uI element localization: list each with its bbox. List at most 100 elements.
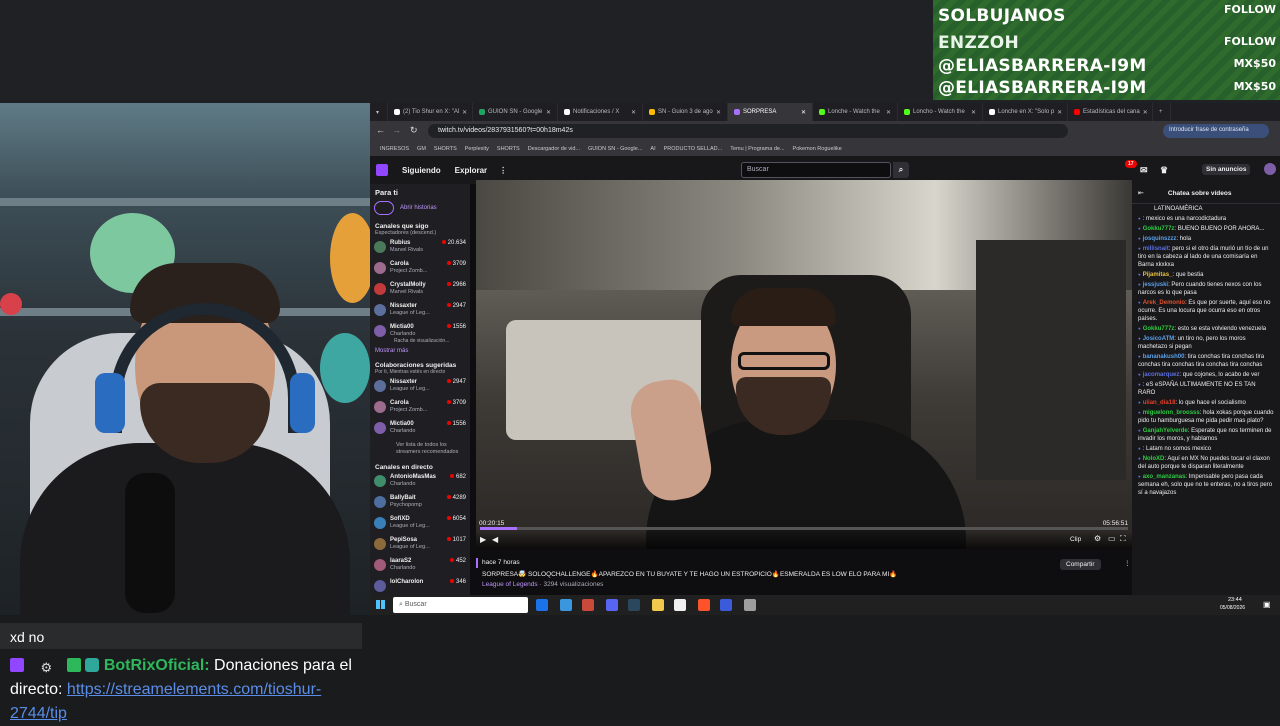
bookmark-item[interactable]: Perplexity <box>465 146 489 152</box>
password-prompt-button[interactable]: Introducir frase de contraseña <box>1163 124 1269 138</box>
stories-row[interactable]: Abrir historias <box>370 199 470 217</box>
bookmark-item[interactable]: Pokemon Roguelike <box>793 146 842 152</box>
sidebar-channel[interactable]: Carola Project Zomb... 3709 <box>370 399 470 420</box>
back-icon[interactable]: ← <box>376 125 385 135</box>
chat-username[interactable]: miguelonn_broosss <box>1143 410 1200 416</box>
close-tab-icon[interactable]: ✕ <box>801 109 806 116</box>
share-button[interactable]: Compartir <box>1060 559 1101 570</box>
close-tab-icon[interactable]: ✕ <box>631 109 636 116</box>
brave-icon[interactable] <box>698 599 710 611</box>
avatar[interactable] <box>1264 163 1276 175</box>
sidebar-channel[interactable]: laaraS2 Charlando 452 <box>370 557 470 578</box>
close-tab-icon[interactable]: ✕ <box>462 109 467 116</box>
sidebar-channel[interactable]: AntonioMasMas Charlando 682 <box>370 473 470 494</box>
search-input[interactable]: Buscar <box>741 162 891 178</box>
video-category[interactable]: League of Legends <box>482 581 538 588</box>
close-tab-icon[interactable]: ✕ <box>546 109 551 116</box>
reload-icon[interactable]: ↻ <box>410 125 418 136</box>
twitch-logo-icon[interactable] <box>376 164 388 176</box>
bookmark-item[interactable]: AI <box>650 146 655 152</box>
browser-tab[interactable]: Lonche en X: "Solo p ✕ <box>983 103 1068 121</box>
mail-icon[interactable] <box>560 599 572 611</box>
discord-icon[interactable] <box>606 599 618 611</box>
inbox-icon[interactable]: ✉ <box>1140 165 1148 176</box>
sidebar-channel[interactable]: Mictia00 Charlando 1556 <box>370 420 470 441</box>
chat-username[interactable]: axo_manzanas <box>1143 474 1186 480</box>
bookmark-item[interactable]: Temu | Programa de... <box>730 146 784 152</box>
chat-username[interactable]: bananakush00 <box>1143 354 1185 360</box>
browser-tab[interactable]: SN - Guion 3 de ago ✕ <box>643 103 728 121</box>
notification-icon[interactable]: ▣ <box>1263 600 1271 609</box>
more-icon[interactable]: ⋮ <box>499 166 507 175</box>
bookmark-item[interactable]: GM <box>417 146 426 152</box>
chat-username[interactable]: JosicoATM <box>1143 336 1175 342</box>
browser-tab[interactable]: GUION SN - Google ✕ <box>473 103 558 121</box>
chat-username[interactable]: jessjuski <box>1143 282 1168 288</box>
chat-username[interactable]: josquinszzz <box>1143 236 1177 242</box>
theatre-icon[interactable]: ▭ <box>1108 534 1116 543</box>
chat-username[interactable]: ulian_dia18 <box>1143 400 1176 406</box>
browser-tab[interactable]: Lonche - Watch the ✕ <box>813 103 898 121</box>
app-icon[interactable] <box>720 599 732 611</box>
sidebar-channel[interactable]: Rubius Marvel Rivals 20.634 <box>370 239 470 260</box>
sidebar-channel[interactable]: BallyBait Psychopomp 4289 <box>370 494 470 515</box>
close-tab-icon[interactable]: ✕ <box>886 109 891 116</box>
followed-sort[interactable]: Espectadores (descend.) <box>370 230 470 239</box>
show-more-link[interactable]: Mostrar más <box>370 346 470 356</box>
crown-icon[interactable]: ♛ <box>1160 165 1168 176</box>
sidebar-channel[interactable]: CrystalMolly Marvel Rivals 2966 <box>370 281 470 302</box>
see-list-link[interactable]: Ver lista de todos los streamers recomen… <box>370 441 470 460</box>
bookmark-item[interactable]: GUION SN - Google... <box>588 146 642 152</box>
sidebar-channel[interactable]: SofiXD League of Leg... 6054 <box>370 515 470 536</box>
open-stories-link[interactable]: Abrir historias <box>400 205 437 211</box>
video-player[interactable] <box>476 180 1132 549</box>
windows-start-icon[interactable] <box>376 600 385 609</box>
chat-username[interactable]: NoloXD <box>1143 456 1165 462</box>
chat-username[interactable]: Gokku777z <box>1143 326 1175 332</box>
bookmark-item[interactable]: INGRESOS <box>380 146 409 152</box>
sidebar-channel[interactable]: Carola Project Zomb... 3709 <box>370 260 470 281</box>
bookmark-item[interactable]: Descargador de vid... <box>528 146 580 152</box>
sidebar-channel[interactable]: Nissaxter League of Leg... 2947 <box>370 302 470 323</box>
chat-username[interactable]: jacomarquez <box>1143 372 1180 378</box>
steam-icon[interactable] <box>628 599 640 611</box>
more-icon[interactable]: ⋮ <box>1124 559 1131 567</box>
settings-icon[interactable]: ⚙ <box>1094 534 1101 543</box>
chat-username[interactable]: Pijamitas_ <box>1143 272 1173 278</box>
new-tab-button[interactable]: + <box>1153 103 1171 121</box>
app-icon[interactable] <box>582 599 594 611</box>
close-tab-icon[interactable]: ✕ <box>716 109 721 116</box>
url-input[interactable]: twitch.tv/videos/2837931560?t=00h18m42s <box>428 124 1068 138</box>
chat-username[interactable]: Arek_Demonio <box>1143 300 1185 306</box>
close-tab-icon[interactable]: ✕ <box>1143 109 1148 116</box>
close-tab-icon[interactable]: ✕ <box>971 109 976 116</box>
notification-badge[interactable]: 17 <box>1125 160 1137 168</box>
sidebar-channel[interactable]: PepiSosa League of Leg... 1017 <box>370 536 470 557</box>
sidebar-channel[interactable]: Nissaxter League of Leg... 2947 <box>370 378 470 399</box>
close-tab-icon[interactable]: ✕ <box>1057 109 1062 116</box>
forward-icon[interactable]: → <box>392 125 401 135</box>
folder-icon[interactable] <box>652 599 664 611</box>
bookmark-item[interactable]: SHORTS <box>497 146 520 152</box>
tab-search-icon[interactable]: ▾ <box>370 103 388 121</box>
app-icon[interactable] <box>744 599 756 611</box>
browser-tab[interactable]: Loncho - Watch the ✕ <box>898 103 983 121</box>
clip-button[interactable]: Clip <box>1070 536 1081 543</box>
search-icon[interactable]: ⌕ <box>893 162 909 178</box>
bookmark-item[interactable]: PRODUCTO SELLAD... <box>664 146 723 152</box>
browser-tab[interactable]: (2) Tio Shur en X: "Al ✕ <box>388 103 473 121</box>
play-icon[interactable]: ▶ <box>480 535 486 544</box>
chrome-icon[interactable] <box>536 599 548 611</box>
fullscreen-icon[interactable]: ⛶ <box>1120 534 1126 544</box>
browser-tab[interactable]: Estadísticas del cana ✕ <box>1068 103 1153 121</box>
nav-explore[interactable]: Explorar <box>455 166 487 175</box>
chat-username[interactable]: millisnait <box>1143 246 1169 252</box>
notepad-icon[interactable] <box>674 599 686 611</box>
chat-username[interactable]: Gokku777z <box>1143 226 1175 232</box>
no-ads-button[interactable]: Sin anuncios <box>1202 164 1251 175</box>
volume-icon[interactable]: ◀ <box>492 535 498 544</box>
taskbar-search[interactable]: ⌕ Buscar <box>393 597 528 613</box>
video-progress-bar[interactable] <box>480 527 1128 530</box>
nav-following[interactable]: Siguiendo <box>402 166 441 175</box>
browser-tab[interactable]: SORPRESA ✕ <box>728 103 813 121</box>
